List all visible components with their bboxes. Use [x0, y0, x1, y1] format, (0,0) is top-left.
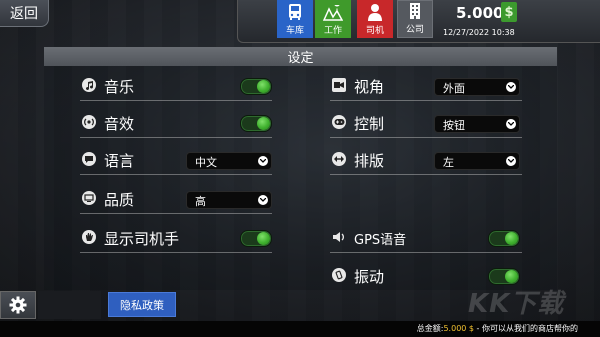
controls-value: 按钮: [443, 119, 465, 132]
dollar-icon[interactable]: $: [501, 2, 517, 22]
gamepad-icon: [332, 115, 346, 129]
date-time: 12/27/2022 10:38: [443, 28, 515, 37]
setting-label-music: 音乐: [104, 78, 135, 96]
vibrate-phone-icon: [332, 268, 346, 282]
driver-hands-toggle[interactable]: [240, 230, 272, 247]
quality-value: 高: [195, 195, 206, 208]
nav-drivers-button[interactable]: 司机: [357, 0, 393, 38]
gear-icon: [9, 296, 27, 314]
setting-label-driver-hands: 显示司机手: [104, 230, 180, 248]
layout-arrows-icon: [332, 152, 346, 166]
nav-company-label: 公司: [405, 25, 424, 35]
music-note-icon: [82, 78, 96, 92]
chat-bubble-icon: [82, 152, 96, 166]
layout-value: 左: [443, 156, 454, 169]
chevron-down-icon: [258, 195, 268, 205]
language-value: 中文: [195, 156, 217, 169]
hand-icon: [82, 230, 96, 244]
money-amount: 5.000: [456, 4, 504, 22]
chevron-down-icon: [258, 156, 268, 166]
bus-icon: [289, 4, 301, 20]
nav-garage-label: 车库: [285, 26, 304, 36]
settings-title: 设定: [44, 47, 557, 66]
music-toggle[interactable]: [240, 78, 272, 95]
setting-row-sound: 音效: [80, 108, 272, 138]
setting-label-language: 语言: [104, 152, 135, 170]
setting-row-camera: 视角 外面: [330, 71, 522, 101]
blank-panel: [38, 291, 101, 319]
monitor-icon: [82, 191, 96, 205]
setting-label-quality: 品质: [104, 191, 135, 209]
building-icon: [410, 3, 420, 19]
nav-jobs-button[interactable]: 工作: [315, 0, 351, 38]
setting-label-vibration: 振动: [354, 268, 385, 286]
speaker-icon: [332, 230, 346, 244]
setting-row-quality: 品质 高: [80, 184, 272, 214]
settings-button[interactable]: [0, 291, 36, 319]
privacy-policy-button[interactable]: 隐私政策: [108, 292, 176, 317]
ticker-text: 总金额:5.000 $ - 你可以从我们的商店帮你的: [416, 324, 578, 333]
person-icon: [368, 4, 382, 21]
gps-voice-toggle[interactable]: [488, 230, 520, 247]
setting-label-controls: 控制: [354, 115, 385, 133]
quality-dropdown[interactable]: 高: [186, 191, 272, 209]
setting-label-gps-voice: GPS语音: [354, 233, 407, 248]
camera-dropdown[interactable]: 外面: [434, 78, 520, 96]
controls-dropdown[interactable]: 按钮: [434, 115, 520, 133]
nav-jobs-label: 工作: [323, 26, 342, 36]
watermark-logo: KK下载: [468, 289, 565, 319]
chevron-down-icon: [506, 119, 516, 129]
setting-label-camera: 视角: [354, 78, 385, 96]
setting-row-driver-hands: 显示司机手: [80, 223, 272, 253]
layout-dropdown[interactable]: 左: [434, 152, 520, 170]
nav-company-button[interactable]: 公司: [397, 0, 433, 38]
news-ticker: 总金额:5.000 $ - 你可以从我们的商店帮你的: [0, 321, 600, 337]
sound-toggle[interactable]: [240, 115, 272, 132]
map-route-icon: [323, 5, 343, 21]
nav-drivers-label: 司机: [365, 26, 384, 36]
video-camera-icon: [332, 78, 346, 92]
settings-panel: 音乐 音效 语言 中文 品质 高 显示司机手 视角 外面 控制 按钮 排版 左 …: [44, 66, 557, 290]
setting-label-layout: 排版: [354, 152, 385, 170]
setting-row-controls: 控制 按钮: [330, 108, 522, 138]
nav-garage-button[interactable]: 车库: [277, 0, 313, 38]
language-dropdown[interactable]: 中文: [186, 152, 272, 170]
camera-value: 外面: [443, 82, 465, 95]
setting-label-sound: 音效: [104, 115, 135, 133]
setting-row-music: 音乐: [80, 71, 272, 101]
sound-effect-icon: [82, 115, 96, 129]
top-nav-bar: 车库 工作 司机 公司 5.000 $ 12/27/2022 10:38: [237, 0, 600, 43]
setting-row-layout: 排版 左: [330, 145, 522, 175]
back-button[interactable]: 返回: [0, 0, 49, 27]
chevron-down-icon: [506, 82, 516, 92]
setting-row-gps-voice: GPS语音: [330, 223, 522, 253]
chevron-down-icon: [506, 156, 516, 166]
setting-row-language: 语言 中文: [80, 145, 272, 175]
